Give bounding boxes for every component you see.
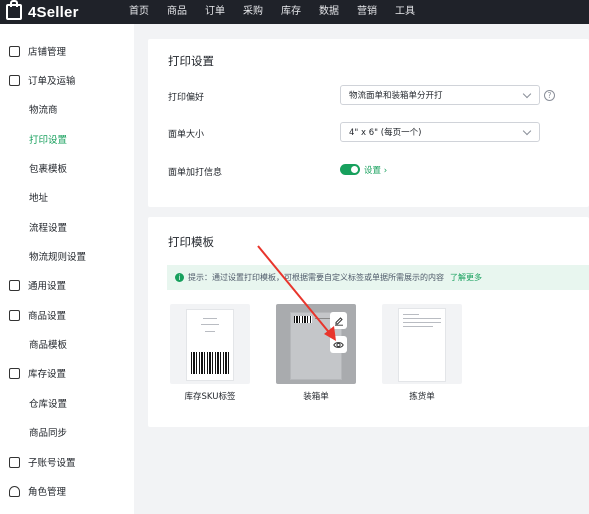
nav-purchasing[interactable]: 采购 [243, 0, 263, 24]
label-size-value: 4" x 6" (每页一个) [349, 128, 422, 138]
barcode-graphic [191, 352, 229, 374]
sidebar-item-orders-shipping[interactable]: 订单及运输 [0, 69, 134, 91]
order-shipping-icon [9, 74, 20, 86]
template-sku-label[interactable] [170, 304, 250, 384]
sidebar-item-label: 商品同步 [29, 428, 68, 439]
print-preference-label: 打印偏好 [168, 93, 205, 103]
help-icon[interactable]: ? [544, 90, 555, 101]
brand-name: 4Seller [28, 3, 79, 21]
sidebar-item-label: 商品设置 [28, 311, 67, 322]
sidebar-item-product-templates[interactable]: 商品模板 [0, 333, 134, 355]
nav-home[interactable]: 首页 [129, 0, 149, 24]
sidebar-item-product-sync[interactable]: 商品同步 [0, 421, 134, 443]
sidebar-item-print-settings[interactable]: 打印设置 [0, 128, 134, 150]
sidebar-item-label: 打印设置 [29, 135, 68, 146]
chevron-down-icon [522, 126, 532, 136]
product-icon [9, 309, 20, 321]
nav-marketing[interactable]: 营销 [357, 0, 377, 24]
sub-account-icon [9, 456, 20, 468]
warehouse-icon [9, 367, 20, 379]
nav-data[interactable]: 数据 [319, 0, 339, 24]
label-size-label: 面单大小 [168, 130, 205, 140]
annotation-arrow [257, 245, 336, 341]
sidebar-item-label: 商品模板 [29, 340, 68, 351]
sidebar-item-label: 通用设置 [28, 281, 67, 292]
sidebar-item-carriers[interactable]: 物流商 [0, 98, 134, 120]
print-settings-title: 打印设置 [168, 54, 214, 68]
sidebar-item-label: 库存设置 [28, 369, 67, 380]
sidebar-item-store-management[interactable]: 店铺管理 [0, 40, 134, 62]
sidebar-item-addresses[interactable]: 地址 [0, 186, 134, 208]
sidebar-item-package-templates[interactable]: 包裹模板 [0, 157, 134, 179]
info-icon: i [175, 273, 184, 282]
sidebar-item-label: 流程设置 [29, 223, 68, 234]
sidebar-item-label: 子账号设置 [28, 458, 76, 469]
sidebar-item-role-management[interactable]: 角色管理 [0, 480, 134, 502]
template-label-packing: 装箱单 [303, 392, 329, 402]
extra-info-label: 面单加打信息 [168, 168, 223, 178]
print-templates-title: 打印模板 [168, 235, 214, 249]
sidebar-item-label: 包裹模板 [29, 164, 68, 175]
template-picking-list[interactable] [382, 304, 462, 384]
shopping-bag-icon [6, 0, 22, 20]
nav-orders[interactable]: 订单 [205, 0, 225, 24]
label-size-select[interactable]: 4" x 6" (每页一个) [340, 122, 540, 142]
sidebar-item-label: 店铺管理 [28, 47, 67, 58]
learn-more-link[interactable]: 了解更多 [450, 272, 482, 283]
sidebar-item-label: 地址 [29, 193, 49, 204]
sidebar-item-sub-accounts[interactable]: 子账号设置 [0, 451, 134, 473]
sku-label-preview [186, 309, 234, 381]
sidebar-item-label: 角色管理 [28, 487, 67, 498]
role-icon [9, 485, 20, 497]
print-preference-select[interactable]: 物流面单和装箱单分开打 [340, 85, 540, 105]
sidebar-item-product-settings[interactable]: 商品设置 [0, 304, 134, 326]
extra-info-toggle[interactable] [340, 164, 360, 175]
sidebar-item-label: 仓库设置 [29, 399, 68, 410]
nav-inventory[interactable]: 库存 [281, 0, 301, 24]
store-icon [9, 45, 20, 57]
sidebar-item-warehouse-settings[interactable]: 仓库设置 [0, 392, 134, 414]
template-label-sku: 库存SKU标签 [184, 392, 236, 402]
extra-info-settings-link[interactable]: 设置 › [364, 164, 387, 176]
chevron-down-icon [522, 89, 532, 99]
sidebar-item-label: 物流商 [29, 105, 58, 116]
sidebar-item-label: 订单及运输 [28, 76, 76, 87]
sidebar-item-general-settings[interactable]: 通用设置 [0, 274, 134, 296]
picking-list-preview [398, 308, 446, 382]
nav-tools[interactable]: 工具 [395, 0, 415, 24]
nav-products[interactable]: 商品 [167, 0, 187, 24]
template-label-picking: 拣货单 [409, 392, 435, 402]
sidebar-item-workflow-settings[interactable]: 流程设置 [0, 216, 134, 238]
printer-icon [9, 279, 20, 291]
print-preference-value: 物流面单和装箱单分开打 [349, 91, 443, 101]
main-nav: 首页 商品 订单 采购 库存 数据 营销 工具 [129, 0, 433, 24]
brand-logo[interactable]: 4Seller [6, 0, 79, 21]
sidebar-item-logistics-rules[interactable]: 物流规则设置 [0, 245, 134, 267]
sidebar-item-label: 物流规则设置 [29, 252, 87, 263]
top-navigation-bar: 4Seller 首页 商品 订单 采购 库存 数据 营销 工具 [0, 0, 589, 24]
settings-sidebar: 店铺管理 订单及运输 物流商 打印设置 包裹模板 地址 流程设置 物流规则设置 … [0, 24, 134, 514]
template-tip-banner: i 提示：通过设置打印模板，可根据需要自定义标签或单据所需展示的内容 了解更多 [167, 265, 589, 290]
sidebar-item-inventory-settings[interactable]: 库存设置 [0, 362, 134, 384]
